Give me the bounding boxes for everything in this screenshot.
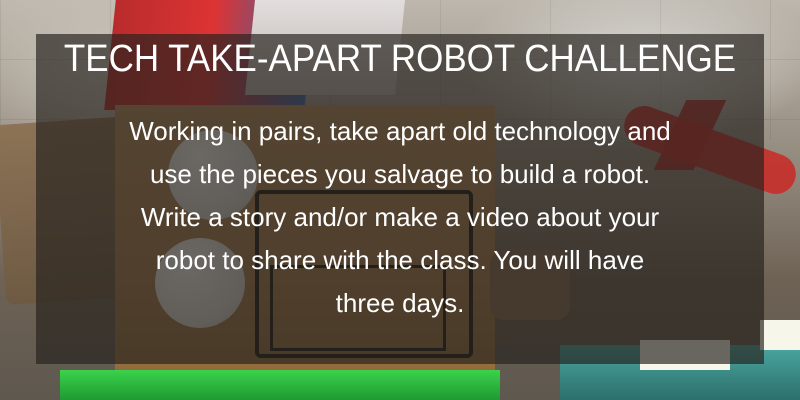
challenge-description: Working in pairs, take apart old technol… xyxy=(129,116,671,318)
robot-green-base xyxy=(60,370,500,400)
ceiling-light xyxy=(760,320,800,350)
challenge-title: TECH TAKE-APART ROBOT CHALLENGE xyxy=(63,38,737,80)
